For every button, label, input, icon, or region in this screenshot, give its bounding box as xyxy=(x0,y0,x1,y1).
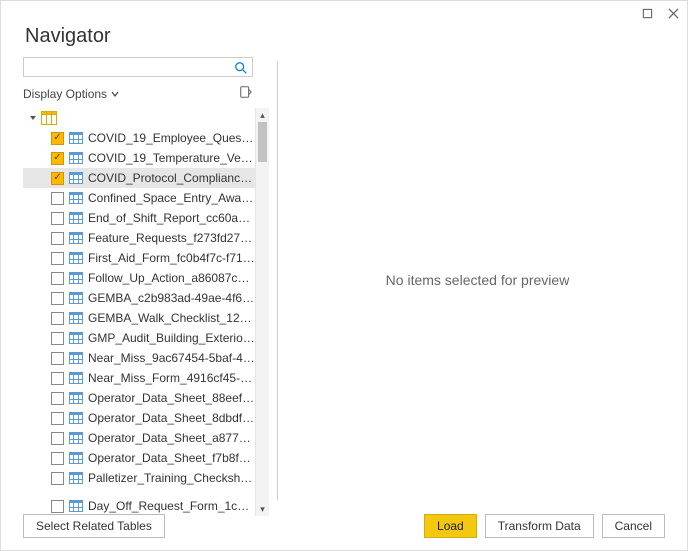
search-input-wrap[interactable] xyxy=(23,57,253,77)
tree-item-label: Confined_Space_Entry_Awareness_d16... xyxy=(88,191,255,205)
tree-item[interactable]: GEMBA_c2b983ad-49ae-4f60-a9c3-40... xyxy=(23,288,255,308)
checkbox[interactable] xyxy=(51,412,64,425)
checkbox[interactable] xyxy=(51,372,64,385)
tree-item-label: COVID_Protocol_Compliance_Audit_3d... xyxy=(88,171,255,185)
checkbox[interactable] xyxy=(51,272,64,285)
tree-item[interactable]: Feature_Requests_f273fd27-05a9-40d1... xyxy=(23,228,255,248)
table-icon xyxy=(69,172,83,184)
window-close-icon[interactable] xyxy=(667,7,679,19)
tree-item-label: COVID_19_Employee_Questionnaire_1... xyxy=(88,131,255,145)
tree-item-label: Operator_Data_Sheet_f7b8f966-5c0a-4... xyxy=(88,451,255,465)
display-options-label: Display Options xyxy=(23,87,107,101)
tree-item-label: First_Aid_Form_fc0b4f7c-f71e-4c69-95... xyxy=(88,251,255,265)
tree-item[interactable]: GEMBA_Walk_Checklist_122157f3-441... xyxy=(23,308,255,328)
table-icon xyxy=(69,472,83,484)
checkbox[interactable] xyxy=(51,252,64,265)
scroll-thumb[interactable] xyxy=(258,122,267,162)
tree-root[interactable] xyxy=(23,108,255,128)
preview-empty-message: No items selected for preview xyxy=(386,272,570,288)
checkbox[interactable] xyxy=(51,432,64,445)
tree-item-label: Near_Miss_9ac67454-5baf-4e52-b810-... xyxy=(88,351,255,365)
transform-data-button[interactable]: Transform Data xyxy=(485,514,594,538)
table-icon xyxy=(69,292,83,304)
tree-item-label: GMP_Audit_Building_Exterior_0ec72e6... xyxy=(88,331,255,345)
table-icon xyxy=(69,332,83,344)
navigator-tree: COVID_19_Employee_Questionnaire_1... COVI… xyxy=(23,108,255,516)
tree-item[interactable]: Operator_Data_Sheet_f7b8f966-5c0a-4... xyxy=(23,448,255,468)
search-icon[interactable] xyxy=(234,61,248,80)
tree-item[interactable]: Operator_Data_Sheet_a877a027-7141-... xyxy=(23,428,255,448)
chevron-down-icon xyxy=(111,90,119,98)
checkbox[interactable] xyxy=(51,172,64,185)
tree-item[interactable]: Confined_Space_Entry_Awareness_d16... xyxy=(23,188,255,208)
table-icon xyxy=(69,412,83,424)
table-icon xyxy=(69,272,83,284)
pane-divider xyxy=(277,61,278,500)
tree-item[interactable]: Near_Miss_9ac67454-5baf-4e52-b810-... xyxy=(23,348,255,368)
tree-item-label: Palletizer_Training_Checksheet_2f5437... xyxy=(88,471,255,485)
table-icon xyxy=(69,312,83,324)
tree-item[interactable]: Operator_Data_Sheet_8dbdfd74-af72-... xyxy=(23,408,255,428)
checkbox[interactable] xyxy=(51,352,64,365)
tree-item-label: Operator_Data_Sheet_8dbdfd74-af72-... xyxy=(88,411,255,425)
checkbox[interactable] xyxy=(51,152,64,165)
scrollbar[interactable]: ▴ ▾ xyxy=(255,108,269,516)
search-input[interactable] xyxy=(24,58,252,76)
tree-item[interactable]: Palletizer_Training_Checksheet_2f5437... xyxy=(23,468,255,488)
tree-item-label: Day_Off_Request_Form_1c20962e-bc6... xyxy=(88,499,255,513)
tree-item[interactable]: Operator_Data_Sheet_88eefd36-9b25-... xyxy=(23,388,255,408)
display-options-dropdown[interactable]: Display Options xyxy=(23,87,119,101)
checkbox[interactable] xyxy=(51,452,64,465)
tree-item[interactable]: COVID_19_Temperature_Verification_3... xyxy=(23,148,255,168)
tree-item[interactable]: Day_Off_Request_Form_1c20962e-bc6... xyxy=(23,496,255,516)
tree-item[interactable]: COVID_19_Employee_Questionnaire_1... xyxy=(23,128,255,148)
tree-item[interactable]: Follow_Up_Action_a86087cb-f6f6-4b1... xyxy=(23,268,255,288)
tree-item[interactable]: First_Aid_Form_fc0b4f7c-f71e-4c69-95... xyxy=(23,248,255,268)
checkbox[interactable] xyxy=(51,232,64,245)
table-icon xyxy=(69,372,83,384)
tree-item-label: End_of_Shift_Report_cc60ac6b-cee0-4... xyxy=(88,211,255,225)
checkbox[interactable] xyxy=(51,392,64,405)
table-icon xyxy=(69,252,83,264)
window-restore-icon[interactable] xyxy=(641,7,653,19)
checkbox[interactable] xyxy=(51,500,64,513)
cancel-button[interactable]: Cancel xyxy=(602,514,665,538)
tree-item-label: GEMBA_c2b983ad-49ae-4f60-a9c3-40... xyxy=(88,291,255,305)
checkbox[interactable] xyxy=(51,312,64,325)
scroll-up-icon[interactable]: ▴ xyxy=(256,108,269,122)
checkbox[interactable] xyxy=(51,212,64,225)
table-icon xyxy=(69,132,83,144)
checkbox[interactable] xyxy=(51,472,64,485)
tree-item-label: Operator_Data_Sheet_88eefd36-9b25-... xyxy=(88,391,255,405)
database-icon xyxy=(41,111,57,125)
table-icon xyxy=(69,452,83,464)
chevron-down-icon xyxy=(29,114,37,122)
refresh-icon[interactable] xyxy=(239,85,253,102)
table-icon xyxy=(69,392,83,404)
table-icon xyxy=(69,232,83,244)
select-related-tables-button[interactable]: Select Related Tables xyxy=(23,514,165,538)
load-button[interactable]: Load xyxy=(424,514,477,538)
tree-item[interactable]: GMP_Audit_Building_Exterior_0ec72e6... xyxy=(23,328,255,348)
table-icon xyxy=(69,212,83,224)
tree-item-label: Operator_Data_Sheet_a877a027-7141-... xyxy=(88,431,255,445)
checkbox[interactable] xyxy=(51,132,64,145)
tree-item-label: Follow_Up_Action_a86087cb-f6f6-4b1... xyxy=(88,271,255,285)
page-title: Navigator xyxy=(25,25,111,48)
table-icon xyxy=(69,192,83,204)
tree-item[interactable]: Near_Miss_Form_4916cf45-8b63-44b0... xyxy=(23,368,255,388)
table-icon xyxy=(69,500,83,512)
tree-item-label: Near_Miss_Form_4916cf45-8b63-44b0... xyxy=(88,371,255,385)
tree-item[interactable]: COVID_Protocol_Compliance_Audit_3d... xyxy=(23,168,255,188)
table-icon xyxy=(69,352,83,364)
tree-item-label: GEMBA_Walk_Checklist_122157f3-441... xyxy=(88,311,255,325)
checkbox[interactable] xyxy=(51,292,64,305)
table-icon xyxy=(69,432,83,444)
tree-item[interactable]: End_of_Shift_Report_cc60ac6b-cee0-4... xyxy=(23,208,255,228)
tree-item-label: COVID_19_Temperature_Verification_3... xyxy=(88,151,255,165)
tree-item-label: Feature_Requests_f273fd27-05a9-40d1... xyxy=(88,231,255,245)
table-icon xyxy=(69,152,83,164)
checkbox[interactable] xyxy=(51,332,64,345)
checkbox[interactable] xyxy=(51,192,64,205)
